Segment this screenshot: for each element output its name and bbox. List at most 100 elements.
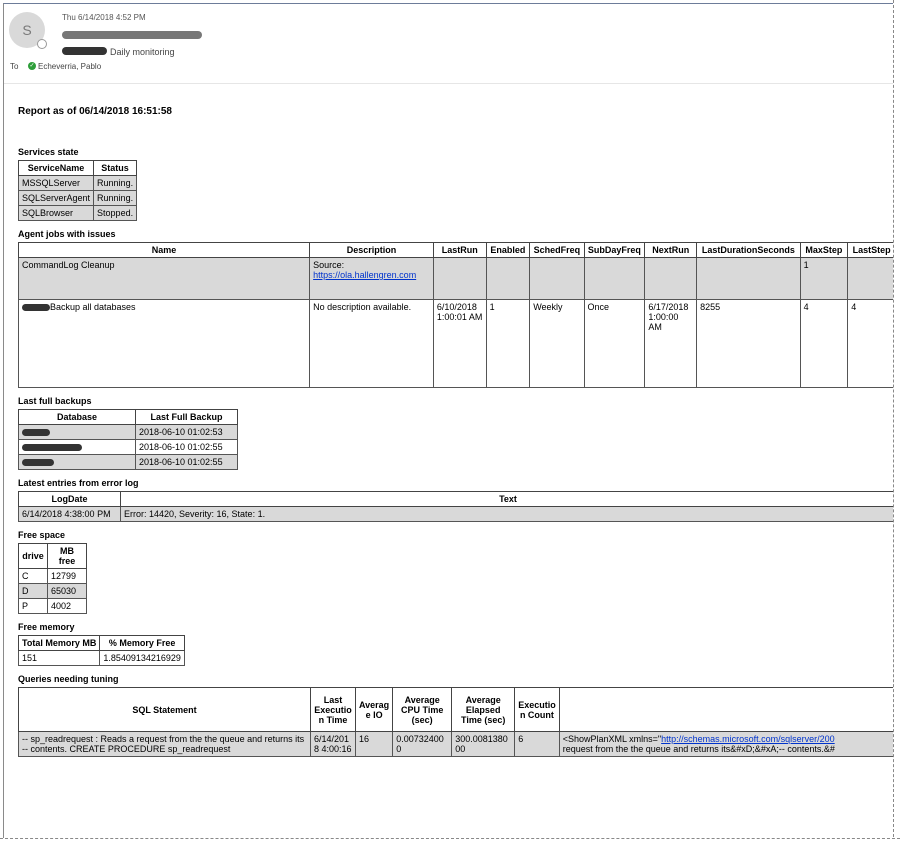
show-plan-xml: <ShowPlanXML xmlns="http://schemas.micro… (558, 731, 894, 757)
torn-edge-right (893, 0, 900, 842)
column-header: Enabled (485, 242, 531, 258)
average-elapsed-time: 300.0081380 00 (451, 731, 516, 757)
job-description-link[interactable]: https://ola.hallengren.com (313, 270, 416, 280)
database-name (18, 439, 136, 455)
column-header: LogDate (18, 491, 121, 507)
redacted-text (22, 304, 50, 312)
redacted-sender (62, 31, 202, 39)
error-log-title: Latest entries from error log (18, 478, 139, 488)
sql-statement: -- sp_readrequest : Reads a request from… (18, 731, 311, 757)
table-row: 2018-06-10 01:02:55 (18, 439, 238, 455)
email-body: Report as of 06/14/2018 16:51:58 Service… (17, 104, 894, 757)
column-header: SQL Statement (18, 687, 311, 732)
column-header: % Memory Free (99, 635, 185, 651)
job-schedfreq (529, 257, 585, 300)
column-header: LastRun (432, 242, 487, 258)
presence-status-icon (37, 39, 47, 49)
redacted-text (22, 459, 54, 467)
column-header (558, 687, 894, 732)
service-status: Running. (93, 190, 138, 206)
backups-title: Last full backups (18, 396, 92, 406)
last-backup: 2018-06-10 01:02:53 (135, 424, 238, 440)
drive-letter: P (18, 598, 48, 614)
job-enabled (485, 257, 531, 300)
job-lastduration (696, 257, 801, 300)
recipient-name[interactable]: Echeverria, Pablo (38, 62, 101, 71)
job-subdayfreq (583, 257, 646, 300)
table-row: 2018-06-10 01:02:55 (18, 454, 238, 470)
service-name: MSSQLServer (17, 175, 95, 191)
last-execution-time: 6/14/201 8 4:00:16 (310, 731, 356, 757)
email-window: S Thu 6/14/2018 4:52 PM Daily monitoring… (3, 3, 894, 840)
job-nextrun: 6/17/2018 1:00:00 AM (644, 299, 698, 388)
free-space-title: Free space (18, 530, 66, 540)
column-header: SchedFreq (529, 242, 585, 258)
job-name-text: Backup all databases (50, 302, 136, 312)
email-subject: Daily monitoring (110, 47, 175, 57)
free-memory-table: Total Memory MB % Memory Free 151 1.8540… (17, 635, 185, 666)
average-cpu-time: 0.00732400 0 (392, 731, 453, 757)
table-row: CommandLog Cleanup Source: https://ola.h… (17, 257, 894, 300)
last-backup: 2018-06-10 01:02:55 (135, 454, 238, 470)
email-header: S Thu 6/14/2018 4:52 PM Daily monitoring… (4, 4, 894, 84)
column-header: Status (93, 160, 138, 176)
total-memory: 151 (17, 650, 101, 666)
drive-free-mb: 12799 (47, 568, 87, 584)
column-header: Average CPU Time (sec) (392, 687, 453, 732)
services-table: ServiceName Status MSSQLServer Running. … (17, 160, 138, 221)
database-name (18, 454, 136, 470)
free-memory-title: Free memory (18, 622, 75, 632)
job-lastrun (432, 257, 487, 300)
column-header: Averag e IO (354, 687, 394, 732)
drive-letter: C (18, 568, 48, 584)
table-row: SQLServerAgent Running. (17, 190, 138, 206)
job-description: No description available. (309, 299, 434, 388)
column-header: LastDurationSeconds (696, 242, 801, 258)
column-header: Last Full Backup (135, 409, 238, 425)
email-datetime: Thu 6/14/2018 4:52 PM (62, 13, 146, 22)
table-row: MSSQLServer Running. (17, 175, 138, 191)
job-nextrun (644, 257, 698, 300)
table-row: SQLBrowser Stopped. (17, 205, 138, 221)
job-laststep: 4 (847, 299, 894, 388)
error-log-table: LogDate Text 6/14/2018 4:38:00 PM Error:… (18, 491, 894, 522)
column-header: ServiceName (17, 160, 95, 176)
queries-title: Queries needing tuning (18, 674, 119, 684)
header-divider (4, 83, 894, 84)
job-lastduration: 8255 (696, 299, 801, 388)
agent-jobs-table: Name Description LastRun Enabled SchedFr… (17, 242, 894, 388)
memory-free-pct: 1.85409134216929 (99, 650, 185, 666)
drive-free-mb: 4002 (47, 598, 87, 614)
table-row: 151 1.85409134216929 (17, 650, 185, 666)
service-status: Stopped. (93, 205, 138, 221)
column-header: drive (18, 543, 48, 569)
average-io: 16 (354, 731, 394, 757)
log-text: Error: 14420, Severity: 16, State: 1. (120, 506, 894, 522)
redacted-text (22, 444, 82, 452)
table-row: 6/14/2018 4:38:00 PM Error: 14420, Sever… (18, 506, 894, 522)
column-header: LastStep (847, 242, 894, 258)
recipient-presence-icon: ✓ (28, 62, 36, 70)
job-subdayfreq: Once (583, 299, 646, 388)
service-name: SQLServerAgent (17, 190, 95, 206)
backups-table: Database Last Full Backup 2018-06-10 01:… (18, 409, 238, 470)
table-row: D 65030 (18, 583, 87, 599)
column-header: SubDayFreq (583, 242, 646, 258)
log-date: 6/14/2018 4:38:00 PM (18, 506, 121, 522)
job-description-text: Source: (313, 260, 345, 270)
execution-count: 6 (514, 731, 560, 757)
redacted-subject-prefix (62, 47, 107, 55)
torn-edge-bottom (0, 838, 900, 842)
column-header: Name (17, 242, 311, 258)
redacted-text (22, 429, 50, 437)
column-header: Database (18, 409, 136, 425)
column-header: Average Elapsed Time (sec) (451, 687, 516, 732)
plan-schema-link[interactable]: http://schemas.microsoft.com/sqlserver/2… (661, 734, 835, 744)
database-name (18, 424, 136, 440)
job-description: Source: https://ola.hallengren.com (309, 257, 434, 300)
column-header: NextRun (644, 242, 698, 258)
drive-letter: D (18, 583, 48, 599)
free-space-table: drive MB free C 12799 D 65030 P 4002 (18, 543, 87, 614)
column-header: Description (309, 242, 434, 258)
service-status: Running. (93, 175, 138, 191)
